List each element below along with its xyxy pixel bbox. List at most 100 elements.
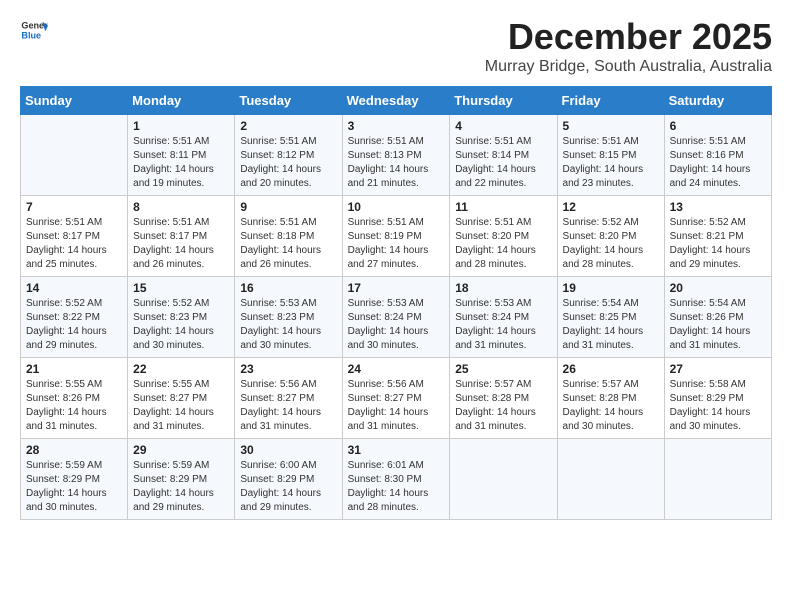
day-number: 30 [240,443,336,457]
day-number: 28 [26,443,122,457]
calendar-week-row: 14 Sunrise: 5:52 AM Sunset: 8:22 PM Dayli… [21,277,772,358]
day-info: Sunrise: 5:54 AM Sunset: 8:25 PM Dayligh… [563,297,659,353]
calendar-cell: 7 Sunrise: 5:51 AM Sunset: 8:17 PM Daylig… [21,196,128,277]
day-info: Sunrise: 5:59 AM Sunset: 8:29 PM Dayligh… [26,459,122,515]
day-number: 14 [26,281,122,295]
calendar-table: SundayMondayTuesdayWednesdayThursdayFrid… [20,86,772,520]
weekday-header-monday: Monday [128,87,235,115]
day-number: 21 [26,362,122,376]
weekday-header-friday: Friday [557,87,664,115]
day-info: Sunrise: 5:56 AM Sunset: 8:27 PM Dayligh… [348,378,445,434]
weekday-header-wednesday: Wednesday [342,87,450,115]
day-info: Sunrise: 5:52 AM Sunset: 8:21 PM Dayligh… [670,216,766,272]
calendar-cell: 11 Sunrise: 5:51 AM Sunset: 8:20 PM Dayli… [450,196,557,277]
calendar-cell: 22 Sunrise: 5:55 AM Sunset: 8:27 PM Dayli… [128,358,235,439]
weekday-header-row: SundayMondayTuesdayWednesdayThursdayFrid… [21,87,772,115]
day-info: Sunrise: 5:55 AM Sunset: 8:26 PM Dayligh… [26,378,122,434]
day-number: 23 [240,362,336,376]
day-number: 4 [455,119,551,133]
day-info: Sunrise: 5:54 AM Sunset: 8:26 PM Dayligh… [670,297,766,353]
location-subtitle: Murray Bridge, South Australia, Australi… [485,58,772,76]
calendar-cell: 1Sunrise: 5:51 AM Sunset: 8:11 PM Daylig… [128,115,235,196]
logo-icon: General Blue [20,16,48,44]
day-info: Sunrise: 5:57 AM Sunset: 8:28 PM Dayligh… [455,378,551,434]
weekday-header-tuesday: Tuesday [235,87,342,115]
day-info: Sunrise: 5:51 AM Sunset: 8:17 PM Dayligh… [26,216,122,272]
calendar-cell: 19 Sunrise: 5:54 AM Sunset: 8:25 PM Dayli… [557,277,664,358]
calendar-week-row: 21 Sunrise: 5:55 AM Sunset: 8:26 PM Dayli… [21,358,772,439]
calendar-cell: 12 Sunrise: 5:52 AM Sunset: 8:20 PM Dayli… [557,196,664,277]
day-number: 20 [670,281,766,295]
day-info: Sunrise: 5:53 AM Sunset: 8:23 PM Dayligh… [240,297,336,353]
calendar-cell: 18Sunrise: 5:53 AM Sunset: 8:24 PM Dayli… [450,277,557,358]
day-info: Sunrise: 5:51 AM Sunset: 8:17 PM Dayligh… [133,216,229,272]
day-number: 2 [240,119,336,133]
day-number: 22 [133,362,229,376]
calendar-cell: 25 Sunrise: 5:57 AM Sunset: 8:28 PM Dayli… [450,358,557,439]
day-number: 3 [348,119,445,133]
calendar-cell [21,115,128,196]
day-info: Sunrise: 5:51 AM Sunset: 8:15 PM Dayligh… [563,135,659,191]
day-info: Sunrise: 5:55 AM Sunset: 8:27 PM Dayligh… [133,378,229,434]
day-info: Sunrise: 5:51 AM Sunset: 8:12 PM Dayligh… [240,135,336,191]
day-number: 10 [348,200,445,214]
title-area: December 2025 Murray Bridge, South Austr… [485,16,772,76]
calendar-week-row: 7 Sunrise: 5:51 AM Sunset: 8:17 PM Daylig… [21,196,772,277]
day-info: Sunrise: 5:52 AM Sunset: 8:23 PM Dayligh… [133,297,229,353]
day-info: Sunrise: 5:51 AM Sunset: 8:11 PM Dayligh… [133,135,229,191]
day-info: Sunrise: 6:00 AM Sunset: 8:29 PM Dayligh… [240,459,336,515]
logo: General Blue [20,16,48,44]
day-info: Sunrise: 5:52 AM Sunset: 8:20 PM Dayligh… [563,216,659,272]
calendar-week-row: 1Sunrise: 5:51 AM Sunset: 8:11 PM Daylig… [21,115,772,196]
day-number: 6 [670,119,766,133]
calendar-cell: 29 Sunrise: 5:59 AM Sunset: 8:29 PM Dayli… [128,439,235,520]
day-number: 15 [133,281,229,295]
calendar-cell: 4Sunrise: 5:51 AM Sunset: 8:14 PM Daylig… [450,115,557,196]
day-info: Sunrise: 5:56 AM Sunset: 8:27 PM Dayligh… [240,378,336,434]
day-number: 7 [26,200,122,214]
day-info: Sunrise: 5:58 AM Sunset: 8:29 PM Dayligh… [670,378,766,434]
day-info: Sunrise: 5:52 AM Sunset: 8:22 PM Dayligh… [26,297,122,353]
calendar-cell [557,439,664,520]
calendar-cell: 26 Sunrise: 5:57 AM Sunset: 8:28 PM Dayli… [557,358,664,439]
calendar-cell: 13 Sunrise: 5:52 AM Sunset: 8:21 PM Dayli… [664,196,771,277]
calendar-week-row: 28 Sunrise: 5:59 AM Sunset: 8:29 PM Dayli… [21,439,772,520]
day-info: Sunrise: 5:51 AM Sunset: 8:13 PM Dayligh… [348,135,445,191]
calendar-cell: 9 Sunrise: 5:51 AM Sunset: 8:18 PM Daylig… [235,196,342,277]
day-number: 29 [133,443,229,457]
day-info: Sunrise: 5:53 AM Sunset: 8:24 PM Dayligh… [455,297,551,353]
calendar-cell [450,439,557,520]
day-number: 13 [670,200,766,214]
calendar-cell: 5Sunrise: 5:51 AM Sunset: 8:15 PM Daylig… [557,115,664,196]
calendar-cell: 6 Sunrise: 5:51 AM Sunset: 8:16 PM Daylig… [664,115,771,196]
day-number: 19 [563,281,659,295]
day-number: 24 [348,362,445,376]
calendar-cell [664,439,771,520]
day-info: Sunrise: 5:57 AM Sunset: 8:28 PM Dayligh… [563,378,659,434]
calendar-cell: 28 Sunrise: 5:59 AM Sunset: 8:29 PM Dayli… [21,439,128,520]
calendar-cell: 15 Sunrise: 5:52 AM Sunset: 8:23 PM Dayli… [128,277,235,358]
day-number: 9 [240,200,336,214]
calendar-cell: 17 Sunrise: 5:53 AM Sunset: 8:24 PM Dayli… [342,277,450,358]
day-number: 12 [563,200,659,214]
calendar-cell: 2 Sunrise: 5:51 AM Sunset: 8:12 PM Daylig… [235,115,342,196]
month-year-title: December 2025 [485,16,772,58]
day-number: 17 [348,281,445,295]
day-number: 25 [455,362,551,376]
day-number: 26 [563,362,659,376]
calendar-cell: 20 Sunrise: 5:54 AM Sunset: 8:26 PM Dayli… [664,277,771,358]
day-number: 11 [455,200,551,214]
day-info: Sunrise: 5:59 AM Sunset: 8:29 PM Dayligh… [133,459,229,515]
calendar-cell: 3 Sunrise: 5:51 AM Sunset: 8:13 PM Daylig… [342,115,450,196]
calendar-cell: 16Sunrise: 5:53 AM Sunset: 8:23 PM Dayli… [235,277,342,358]
calendar-cell: 14 Sunrise: 5:52 AM Sunset: 8:22 PM Dayli… [21,277,128,358]
calendar-cell: 27Sunrise: 5:58 AM Sunset: 8:29 PM Dayli… [664,358,771,439]
weekday-header-saturday: Saturday [664,87,771,115]
day-info: Sunrise: 5:53 AM Sunset: 8:24 PM Dayligh… [348,297,445,353]
calendar-cell: 10Sunrise: 5:51 AM Sunset: 8:19 PM Dayli… [342,196,450,277]
day-info: Sunrise: 5:51 AM Sunset: 8:18 PM Dayligh… [240,216,336,272]
calendar-cell: 21 Sunrise: 5:55 AM Sunset: 8:26 PM Dayli… [21,358,128,439]
day-info: Sunrise: 5:51 AM Sunset: 8:20 PM Dayligh… [455,216,551,272]
day-info: Sunrise: 5:51 AM Sunset: 8:16 PM Dayligh… [670,135,766,191]
day-number: 8 [133,200,229,214]
